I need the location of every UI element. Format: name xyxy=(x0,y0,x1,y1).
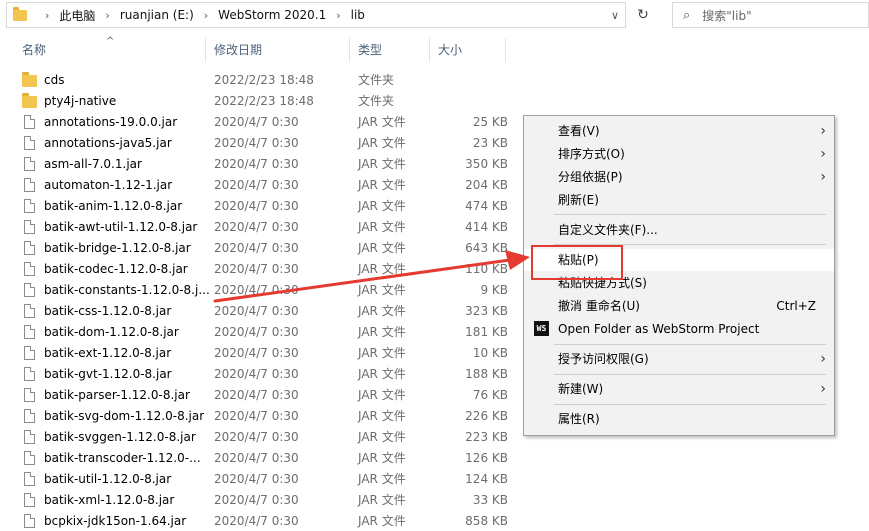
annotation-arrow xyxy=(213,250,530,303)
annotation-arrow-head xyxy=(505,250,530,270)
annotation-arrow-shaft xyxy=(213,258,512,303)
